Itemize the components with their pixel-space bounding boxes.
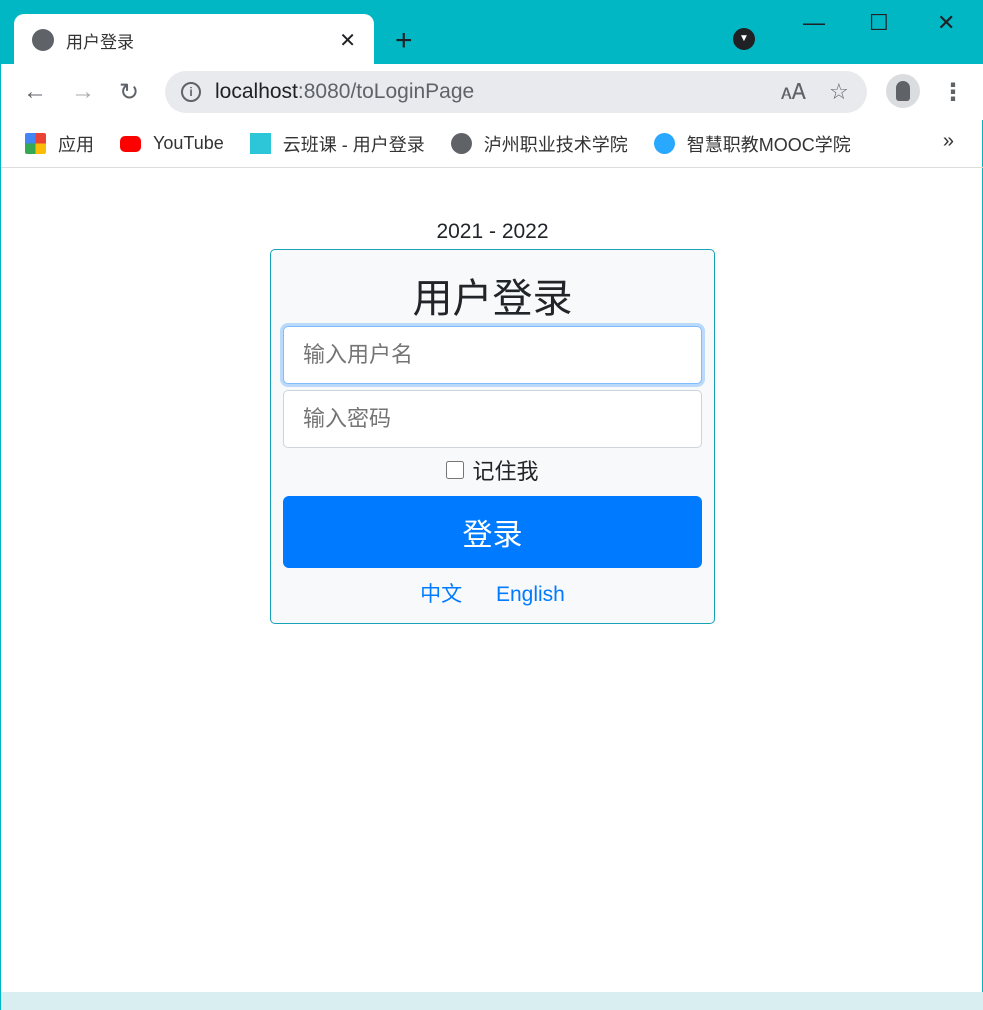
star-icon[interactable]: ☆: [829, 79, 849, 105]
forward-icon[interactable]: →: [71, 78, 95, 106]
tab-title: 用户登录: [66, 32, 134, 52]
remember-me: 记住我: [283, 454, 702, 496]
bookmark-mooc[interactable]: 智慧职教MOOC学院: [653, 131, 851, 157]
maximize-button[interactable]: ☐: [869, 10, 889, 36]
translate-icon[interactable]: 🗚: [781, 79, 806, 105]
new-tab-button[interactable]: +: [395, 24, 413, 58]
bookmarks-bar: 应用 YouTube 云班课 - 用户登录 泸州职业技术学院 智慧职教MOOC学…: [1, 120, 983, 168]
minimize-button[interactable]: —: [803, 10, 825, 36]
mooc-icon: [653, 133, 675, 154]
address-bar[interactable]: i localhost:8080/toLoginPage 🗚 ☆: [165, 71, 867, 113]
language-links: 中文 English: [283, 578, 702, 608]
tab-search-icon[interactable]: ▼: [733, 28, 755, 50]
reload-icon[interactable]: ↻: [119, 78, 139, 107]
taskbar: [1, 992, 983, 1010]
more-bookmarks-icon[interactable]: »: [943, 130, 954, 153]
info-icon[interactable]: i: [181, 82, 201, 102]
bookmark-youtube[interactable]: YouTube: [120, 133, 224, 154]
login-title: 用户登录: [412, 277, 573, 321]
login-button[interactable]: 登录: [283, 496, 702, 568]
close-tab-icon[interactable]: ✕: [339, 28, 356, 53]
title-bar: 用户登录 ✕ + ▼ — ☐ ✕: [1, 0, 983, 66]
back-icon[interactable]: ←: [23, 78, 47, 106]
url-text: localhost:8080/toLoginPage: [215, 80, 475, 103]
remember-checkbox[interactable]: [446, 461, 465, 479]
profile-avatar[interactable]: [886, 74, 920, 108]
cloud-icon: [249, 133, 271, 154]
menu-icon[interactable]: ⋮: [941, 78, 965, 107]
bookmark-yunbanke[interactable]: 云班课 - 用户登录: [249, 131, 425, 157]
bookmark-lzy[interactable]: 泸州职业技术学院: [450, 131, 628, 157]
youtube-icon: [120, 135, 141, 152]
bookmark-apps[interactable]: 应用: [25, 131, 94, 157]
close-window-button[interactable]: ✕: [937, 10, 955, 36]
apps-grid-icon: [25, 133, 46, 154]
globe-icon: [32, 29, 54, 51]
lang-zh-link[interactable]: 中文: [420, 583, 462, 606]
username-input[interactable]: [283, 326, 702, 384]
browser-toolbar: ← → ↻ i localhost:8080/toLoginPage 🗚 ☆ ⋮: [1, 64, 983, 120]
password-input[interactable]: [283, 390, 702, 448]
year-label: 2021 - 2022: [436, 220, 549, 243]
browser-tab[interactable]: 用户登录 ✕: [14, 14, 374, 66]
page-content: 2021 - 2022 用户登录 记住我 登录 中文 English: [1, 168, 982, 992]
login-card: 用户登录 记住我 登录 中文 English: [270, 249, 715, 624]
globe-icon: [450, 133, 472, 154]
lang-en-link[interactable]: English: [496, 583, 565, 606]
